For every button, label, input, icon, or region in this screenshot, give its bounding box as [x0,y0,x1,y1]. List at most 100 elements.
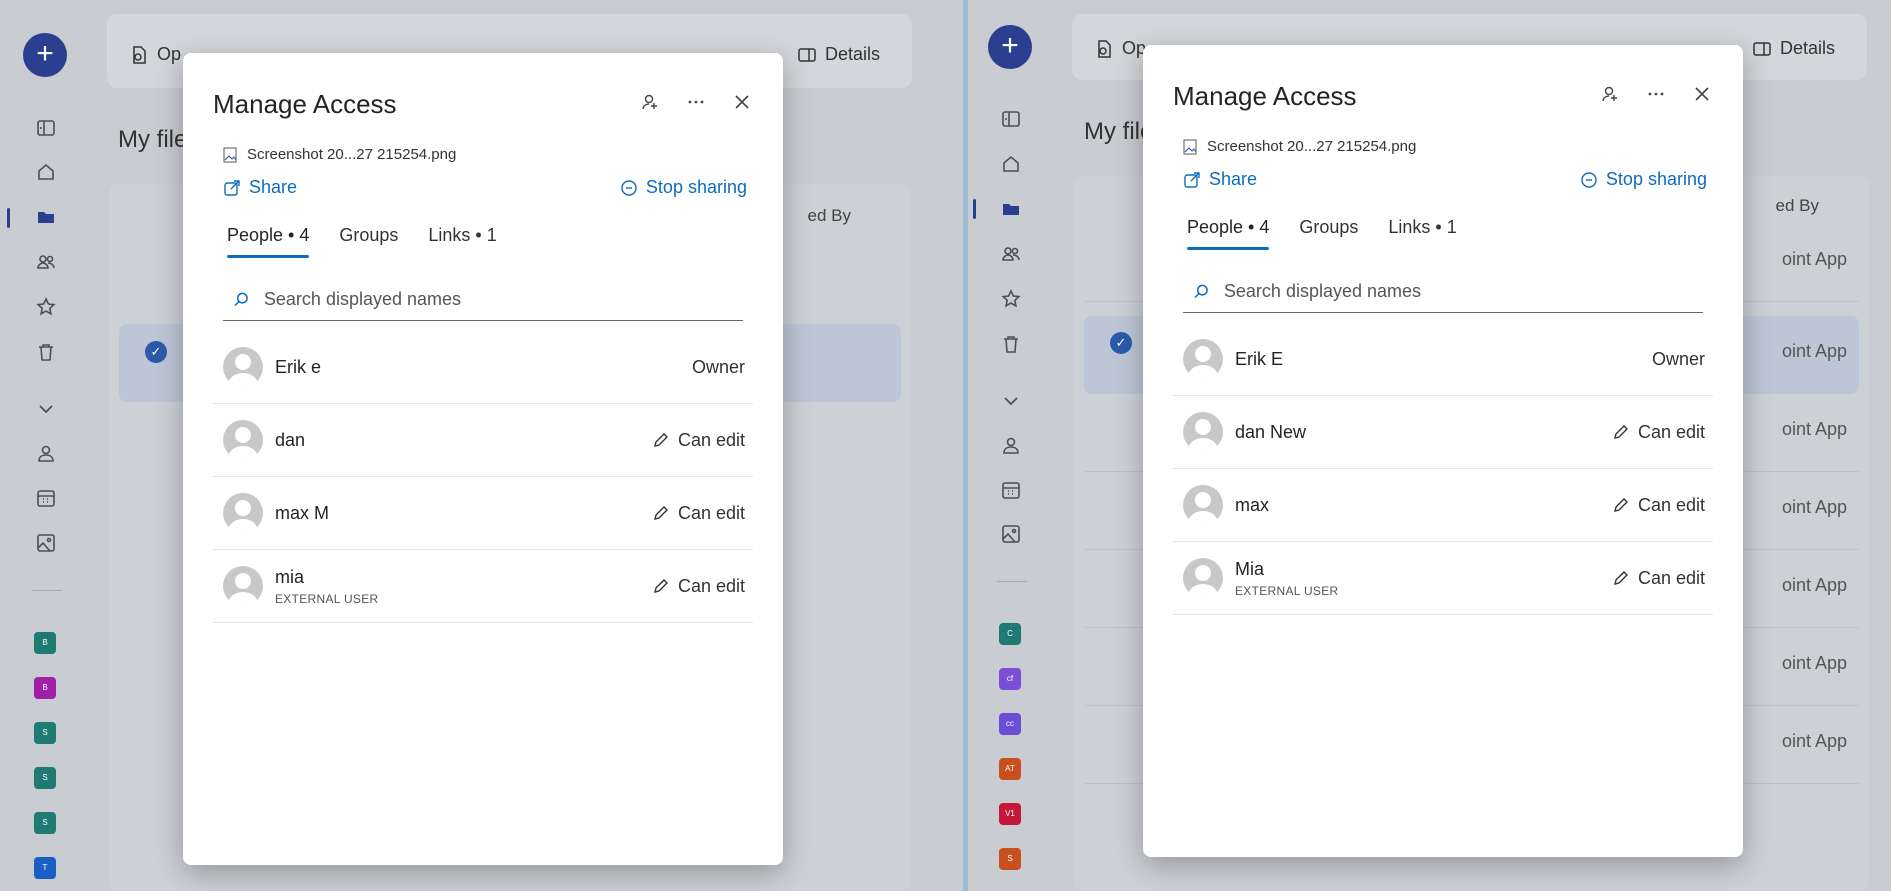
role-dropdown[interactable]: Can edit [652,503,745,524]
file-info: Screenshot 20...27 215254.png [1183,138,1416,155]
site-badge[interactable]: S [34,722,56,744]
create-button[interactable]: + [988,25,1032,69]
more-options-icon[interactable] [1645,83,1667,105]
site-badge[interactable]: T [34,857,56,879]
avatar [223,493,263,533]
details-button[interactable]: Details [797,44,880,65]
minus-circle-icon [621,179,637,196]
modified-by-header[interactable]: ed By [1776,196,1819,216]
folder-icon[interactable] [1000,198,1022,220]
modified-by-header[interactable]: ed By [808,206,851,226]
person-row[interactable]: Erik e Owner [213,331,753,404]
site-badge[interactable]: cf [999,668,1021,690]
folder-icon[interactable] [35,206,57,228]
more-options-icon[interactable] [685,91,707,113]
stop-sharing-link[interactable]: Stop sharing [620,177,747,198]
site-badge[interactable]: B [34,677,56,699]
person-row[interactable]: mia EXTERNAL USER Can edit [213,550,753,623]
close-icon[interactable] [1691,83,1713,105]
person-row[interactable]: max M Can edit [213,477,753,550]
role-text: Owner [1651,348,1705,369]
open-button[interactable]: Op [129,44,181,65]
person-row[interactable]: max Can edit [1173,469,1713,542]
avatar [1183,412,1223,452]
person-row[interactable]: Erik E Owner [1173,323,1713,396]
search-input[interactable] [263,289,743,310]
site-badge[interactable]: S [34,767,56,789]
calendar-icon[interactable] [1000,479,1022,501]
stop-sharing-link[interactable]: Stop sharing [1580,169,1707,190]
image-icon[interactable] [35,532,57,554]
site-badge[interactable]: C [999,623,1021,645]
file-row-text: oint App [1781,575,1847,595]
sidebar-toggle-icon[interactable] [35,117,57,139]
access-tabs: People • 4 Groups Links • 1 [227,225,497,258]
role-text: Can edit [677,502,745,523]
role-dropdown[interactable]: Can edit [1612,422,1705,443]
share-link[interactable]: Share [1183,169,1257,190]
add-person-icon[interactable] [1599,83,1621,105]
pencil-icon [1613,498,1628,512]
trash-icon[interactable] [1000,333,1022,355]
share-link[interactable]: Share [223,177,297,198]
rail-active-indicator [973,199,976,219]
person-icon[interactable] [1000,434,1022,456]
tab-links[interactable]: Links • 1 [428,225,496,258]
check-icon[interactable]: ✓ [145,341,167,363]
share-label: Share [249,177,298,197]
role-dropdown[interactable]: Can edit [1612,568,1705,589]
chevron-down-icon[interactable] [35,398,57,420]
tab-groups[interactable]: Groups [1299,217,1358,250]
check-icon[interactable]: ✓ [1110,332,1132,354]
site-badge[interactable]: S [34,812,56,834]
role-text: Can edit [1637,567,1705,588]
dialog-title: Manage Access [1173,81,1357,111]
tab-groups[interactable]: Groups [339,225,398,258]
file-row-text: oint App [1781,731,1847,751]
image-file-icon [223,146,237,163]
people-icon[interactable] [35,251,57,273]
search-box [223,279,743,321]
star-icon[interactable] [1000,288,1022,310]
pencil-icon [653,433,668,447]
trash-icon[interactable] [35,341,57,363]
star-icon[interactable] [35,296,57,318]
rail-divider [997,581,1027,582]
role-text: Can edit [1637,494,1705,515]
role-dropdown[interactable]: Can edit [652,430,745,451]
person-row[interactable]: dan New Can edit [1173,396,1713,469]
minus-circle-icon [1581,171,1597,188]
person-name: max M [275,502,329,523]
home-icon[interactable] [35,161,57,183]
site-badge[interactable]: V1 [999,803,1021,825]
site-badge[interactable]: cc [999,713,1021,735]
person-icon[interactable] [35,442,57,464]
home-icon[interactable] [1000,153,1022,175]
tab-links[interactable]: Links • 1 [1388,217,1456,250]
site-badge[interactable]: S [999,848,1021,870]
tab-people[interactable]: People • 4 [227,225,310,258]
file-row-text: oint App [1781,341,1847,361]
avatar [1183,558,1223,598]
people-icon[interactable] [1000,243,1022,265]
person-row[interactable]: Mia EXTERNAL USER Can edit [1173,542,1713,615]
sidebar-toggle-icon[interactable] [1000,108,1022,130]
details-button[interactable]: Details [1752,38,1835,59]
person-row[interactable]: dan Can edit [213,404,753,477]
close-icon[interactable] [731,91,753,113]
role-dropdown[interactable]: Can edit [1612,495,1705,516]
site-badge[interactable]: AT [999,758,1021,780]
image-icon[interactable] [1000,523,1022,545]
role-text: Can edit [1637,421,1705,442]
chevron-down-icon[interactable] [1000,390,1022,412]
calendar-icon[interactable] [35,487,57,509]
left-app-rail: + B B S S S T [0,0,90,891]
add-person-icon[interactable] [639,91,661,113]
open-button[interactable]: Op [1094,38,1146,59]
create-button[interactable]: + [23,33,67,77]
rail-divider [32,590,62,591]
site-badge[interactable]: B [34,632,56,654]
role-dropdown[interactable]: Can edit [652,576,745,597]
tab-people[interactable]: People • 4 [1187,217,1270,250]
search-input[interactable] [1223,281,1703,302]
